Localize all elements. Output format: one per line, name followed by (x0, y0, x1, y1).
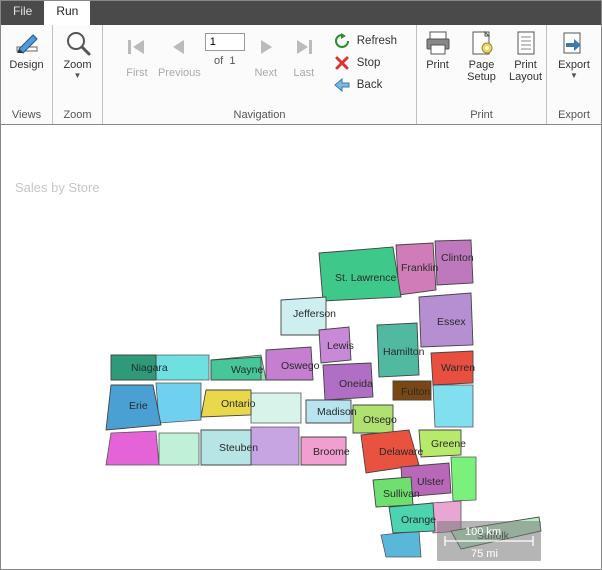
next-label: Next (254, 67, 277, 79)
page-setup-icon (468, 29, 496, 57)
group-views-label: Views (5, 107, 48, 124)
print-layout-label: Print Layout (509, 59, 542, 83)
zoom-button[interactable]: Zoom ▼ (58, 27, 98, 83)
page-box: of 1 (203, 27, 247, 67)
county-label: Erie (129, 400, 148, 412)
county-label: Fulton (401, 386, 430, 398)
county-label: Niagara (131, 362, 168, 374)
print-layout-icon (512, 29, 540, 57)
county-label: Oneida (339, 378, 373, 390)
group-print: Print Page Setup Print Layout Print (417, 25, 547, 124)
next-icon (254, 35, 278, 59)
previous-icon (167, 35, 191, 59)
last-label: Last (293, 67, 314, 79)
first-icon (125, 35, 149, 59)
county-label: Jefferson (293, 308, 336, 320)
page-setup-label: Page Setup (467, 59, 496, 83)
county-label: Clinton (441, 252, 474, 264)
app-window: File Run Design Views (0, 0, 602, 570)
page-input[interactable] (205, 33, 245, 51)
page-count: 1 (229, 55, 235, 67)
refresh-icon (333, 32, 351, 50)
county-label: Wayne (231, 364, 263, 376)
group-print-label: Print (421, 107, 542, 124)
previous-button[interactable]: Previous (156, 27, 203, 81)
print-button[interactable]: Print (418, 27, 458, 73)
printer-icon (424, 29, 452, 57)
county-label: Broome (313, 446, 350, 458)
svg-text:100 km: 100 km (465, 526, 501, 538)
first-button[interactable]: First (118, 27, 156, 81)
stop-icon (333, 54, 351, 72)
chevron-down-icon: ▼ (74, 72, 82, 81)
stop-label: Stop (357, 57, 381, 69)
next-button[interactable]: Next (247, 27, 285, 81)
refresh-button[interactable]: Refresh (329, 31, 401, 51)
ribbon: Design Views Zoom ▼ Zoom (1, 25, 601, 125)
county-label: Ulster (417, 476, 445, 488)
report-canvas[interactable]: Sales by Store ClintonFranklin St. Lawren… (1, 125, 601, 569)
county-label: Sullivan (383, 488, 420, 500)
back-icon (333, 76, 351, 94)
county-label: Essex (437, 316, 466, 328)
county-label: Greene (431, 438, 466, 450)
county-label: Oswego (281, 360, 320, 372)
last-icon (292, 35, 316, 59)
county-label: Madison (317, 406, 357, 418)
back-label: Back (357, 79, 383, 91)
design-button[interactable]: Design (5, 27, 47, 73)
group-views: Design Views (1, 25, 53, 124)
report-title: Sales by Store (15, 180, 100, 195)
county-label: Steuben (219, 442, 258, 454)
county-label: Otsego (363, 414, 397, 426)
back-button[interactable]: Back (329, 75, 387, 95)
group-zoom-label: Zoom (57, 107, 98, 124)
county-label: Warren (441, 362, 475, 374)
group-export: Export ▼ Export (547, 25, 601, 124)
print-layout-button[interactable]: Print Layout (506, 27, 546, 85)
export-button[interactable]: Export ▼ (554, 27, 594, 83)
county-label: Orange (401, 514, 436, 526)
page-setup-button[interactable]: Page Setup (462, 27, 502, 85)
of-label: of (214, 55, 223, 67)
export-icon (560, 29, 588, 57)
county-label: Ontario (221, 398, 256, 410)
county-label: Hamilton (383, 346, 425, 358)
group-zoom: Zoom ▼ Zoom (53, 25, 103, 124)
zoom-label: Zoom (63, 59, 91, 71)
print-label: Print (426, 59, 449, 71)
stop-button[interactable]: Stop (329, 53, 385, 73)
design-icon (13, 29, 41, 57)
tab-bar: File Run (1, 1, 601, 25)
last-button[interactable]: Last (285, 27, 323, 81)
export-label: Export (558, 59, 590, 71)
map-visual: ClintonFranklin St. Lawrence Jefferson Lewi… (101, 205, 551, 569)
county-label: Delaware (379, 446, 424, 458)
group-navigation: First Previous of 1 (103, 25, 417, 124)
county-label: Lewis (327, 340, 354, 352)
chevron-down-icon: ▼ (570, 72, 578, 81)
refresh-label: Refresh (357, 35, 397, 47)
county-label: St. Lawrence (335, 272, 396, 284)
county-label: Franklin (401, 262, 439, 274)
magnifier-icon (64, 29, 92, 57)
tab-file[interactable]: File (1, 1, 44, 25)
design-label: Design (9, 59, 43, 71)
svg-text:75 mi: 75 mi (471, 548, 498, 560)
group-export-label: Export (551, 107, 597, 124)
previous-label: Previous (158, 67, 201, 79)
tab-run[interactable]: Run (44, 1, 90, 25)
scale-bar: 100 km 75 mi (437, 521, 541, 561)
first-label: First (126, 67, 147, 79)
group-navigation-label: Navigation (107, 107, 412, 124)
